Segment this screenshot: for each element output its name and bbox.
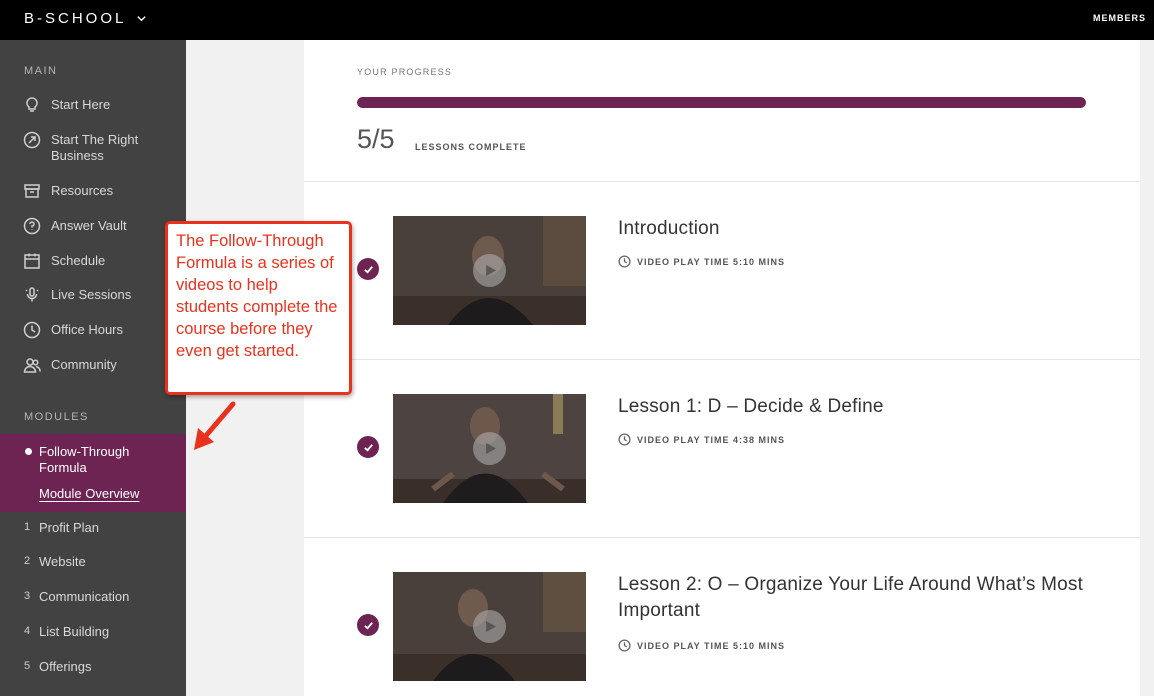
annotation-arrow-icon [194,401,236,450]
sidebar-item-live-sessions[interactable]: Live Sessions [23,287,173,304]
module-overview-link[interactable]: Module Overview [39,486,139,501]
members-link[interactable]: MEMBERS [1093,13,1146,23]
question-circle-icon [23,217,41,235]
lesson-title: Introduction [618,218,720,239]
sidebar-item-label: Office Hours [51,322,124,337]
sidebar-module-active: Follow-Through Formula Module Overview [0,434,186,512]
sidebar-item-start-here[interactable]: Start Here [23,97,173,114]
clock-icon [618,255,631,268]
video-thumbnail[interactable] [393,394,586,503]
sidebar-item-start-the-right-business[interactable]: Start The Right Business [23,131,173,164]
modules-section-label: MODULES [24,411,89,423]
module-label: Website [39,554,86,569]
calendar-icon [23,252,41,270]
sidebar-module-profit-plan[interactable]: 1 Profit Plan [24,520,99,535]
lesson-meta: VIDEO PLAY TIME 5:10 MINS [618,639,785,652]
module-number: 2 [24,555,31,567]
sidebar-module-communication[interactable]: 3 Communication [24,589,129,604]
video-play-time: VIDEO PLAY TIME 4:38 MINS [637,434,786,445]
sidebar-item-resources[interactable]: Resources [23,183,173,200]
module-number: 3 [24,590,31,602]
progress-bar [357,97,1086,108]
compass-icon [23,131,41,149]
clock-icon [23,321,41,339]
video-play-time: VIDEO PLAY TIME 5:10 MINS [637,256,786,267]
progress-bar-fill [357,97,1086,108]
progress-label: YOUR PROGRESS [357,67,453,77]
lesson-item-decide-define[interactable]: Lesson 1: D – Decide & Define VIDEO PLAY… [304,360,1140,538]
module-label: Offerings [39,659,92,674]
sidebar-item-schedule[interactable]: Schedule [23,253,173,270]
microphone-icon [23,286,41,304]
active-dot-icon [25,448,32,455]
module-label: Communication [39,589,130,604]
archive-box-icon [23,182,41,200]
module-label: Profit Plan [39,520,99,535]
lightbulb-icon [23,96,41,114]
sidebar-item-label: Resources [51,183,114,198]
sidebar-module-list-building[interactable]: 4 List Building [24,624,109,639]
brand-name: B-SCHOOL [24,10,127,27]
sidebar-item-office-hours[interactable]: Office Hours [23,321,173,339]
video-play-time: VIDEO PLAY TIME 5:10 MINS [637,640,786,651]
brand-menu[interactable]: B-SCHOOL [24,10,147,27]
annotation-text: The Follow-Through Formula is a series o… [176,232,338,360]
sidebar-item-label: Community [51,357,117,372]
module-follow-through-formula[interactable]: Follow-Through Formula [39,444,169,476]
completed-check-icon [357,436,379,458]
sidebar-item-label: Start Here [51,97,111,112]
module-number: 5 [24,660,31,672]
sidebar-item-label: Schedule [51,253,106,268]
sidebar-item-community[interactable]: Community [23,357,173,374]
sidebar-module-offerings[interactable]: 5 Offerings [24,659,92,674]
people-icon [23,356,41,374]
module-number: 4 [24,625,31,637]
play-icon[interactable] [473,610,506,643]
lesson-meta: VIDEO PLAY TIME 5:10 MINS [618,255,785,268]
sidebar-item-label: Answer Vault [51,218,127,233]
progress-text: LESSONS COMPLETE [415,142,527,152]
lesson-item-introduction[interactable]: Introduction VIDEO PLAY TIME 5:10 MINS [304,182,1140,360]
clock-icon [618,639,631,652]
sidebar-item-label: Live Sessions [51,287,132,302]
annotation-callout: The Follow-Through Formula is a series o… [165,221,352,395]
video-thumbnail[interactable] [393,572,586,681]
lesson-item-organize[interactable]: Lesson 2: O – Organize Your Life Around … [304,538,1140,696]
completed-check-icon [357,258,379,280]
progress-count: 5/5 [357,124,395,154]
module-number: 1 [24,521,31,533]
sidebar-module-website[interactable]: 2 Website [24,554,86,569]
module-label: List Building [39,624,110,639]
completed-check-icon [357,614,379,636]
chevron-down-icon [137,16,147,22]
sidebar-item-label: Start The Right Business [51,132,139,163]
sidebar: MAIN Start Here Start The Right Business… [0,40,186,696]
top-bar: B-SCHOOL MEMBERS [0,0,1154,40]
lesson-meta: VIDEO PLAY TIME 4:38 MINS [618,433,785,446]
main-content: YOUR PROGRESS 5/5 LESSONS COMPLETE Intro… [304,40,1140,696]
main-section-label: MAIN [24,65,58,77]
sidebar-item-answer-vault[interactable]: Answer Vault [23,217,173,235]
video-thumbnail[interactable] [393,216,586,325]
lesson-title: Lesson 2: O – Organize Your Life Around … [618,574,1084,621]
clock-icon [618,433,631,446]
lesson-title: Lesson 1: D – Decide & Define [618,396,884,417]
play-icon[interactable] [473,254,506,287]
play-icon[interactable] [473,432,506,465]
